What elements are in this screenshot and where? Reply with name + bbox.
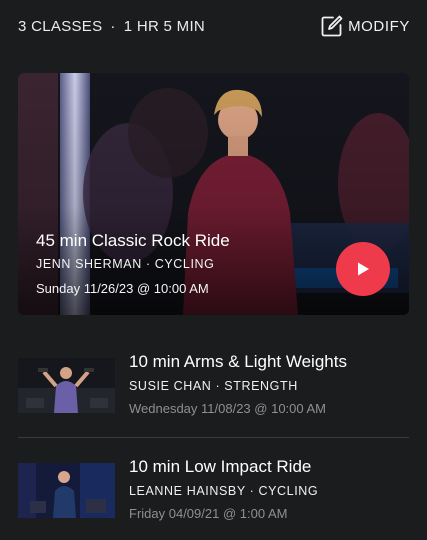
class-thumbnail [18, 463, 115, 518]
list-divider [18, 437, 409, 438]
featured-class-title: 45 min Classic Rock Ride [36, 231, 230, 250]
featured-class-instructor: JENN SHERMAN · CYCLING [36, 257, 215, 271]
class-title: 10 min Arms & Light Weights [129, 352, 347, 371]
class-instructor: LEANNE HAINSBY · CYCLING [129, 484, 319, 498]
class-date: Friday 04/09/21 @ 1:00 AM [129, 506, 288, 521]
class-instructor: SUSIE CHAN · STRENGTH [129, 379, 298, 393]
play-button[interactable] [336, 242, 390, 296]
modify-button[interactable]: MODIFY [320, 14, 410, 38]
schedule-summary: 3 CLASSES · 1 HR 5 MIN [18, 18, 205, 35]
featured-class-date: Sunday 11/26/23 @ 10:00 AM [36, 281, 209, 296]
class-list-item[interactable]: 10 min Low Impact Ride LEANNE HAINSBY · … [18, 457, 409, 521]
class-date: Wednesday 11/08/23 @ 10:00 AM [129, 401, 327, 416]
schedule-header: 3 CLASSES · 1 HR 5 MIN MODIFY [18, 14, 410, 38]
classes-count: 3 CLASSES [18, 17, 103, 35]
modify-label: MODIFY [348, 17, 410, 35]
play-icon [358, 262, 369, 276]
edit-icon [321, 15, 343, 37]
total-duration: 1 HR 5 MIN [123, 17, 206, 35]
class-thumbnail [18, 358, 115, 413]
class-title: 10 min Low Impact Ride [129, 457, 312, 476]
summary-separator: · [110, 17, 116, 35]
featured-class-card[interactable]: 45 min Classic Rock Ride JENN SHERMAN · … [18, 73, 409, 315]
class-list-item[interactable]: 10 min Arms & Light Weights SUSIE CHAN ·… [18, 352, 409, 416]
